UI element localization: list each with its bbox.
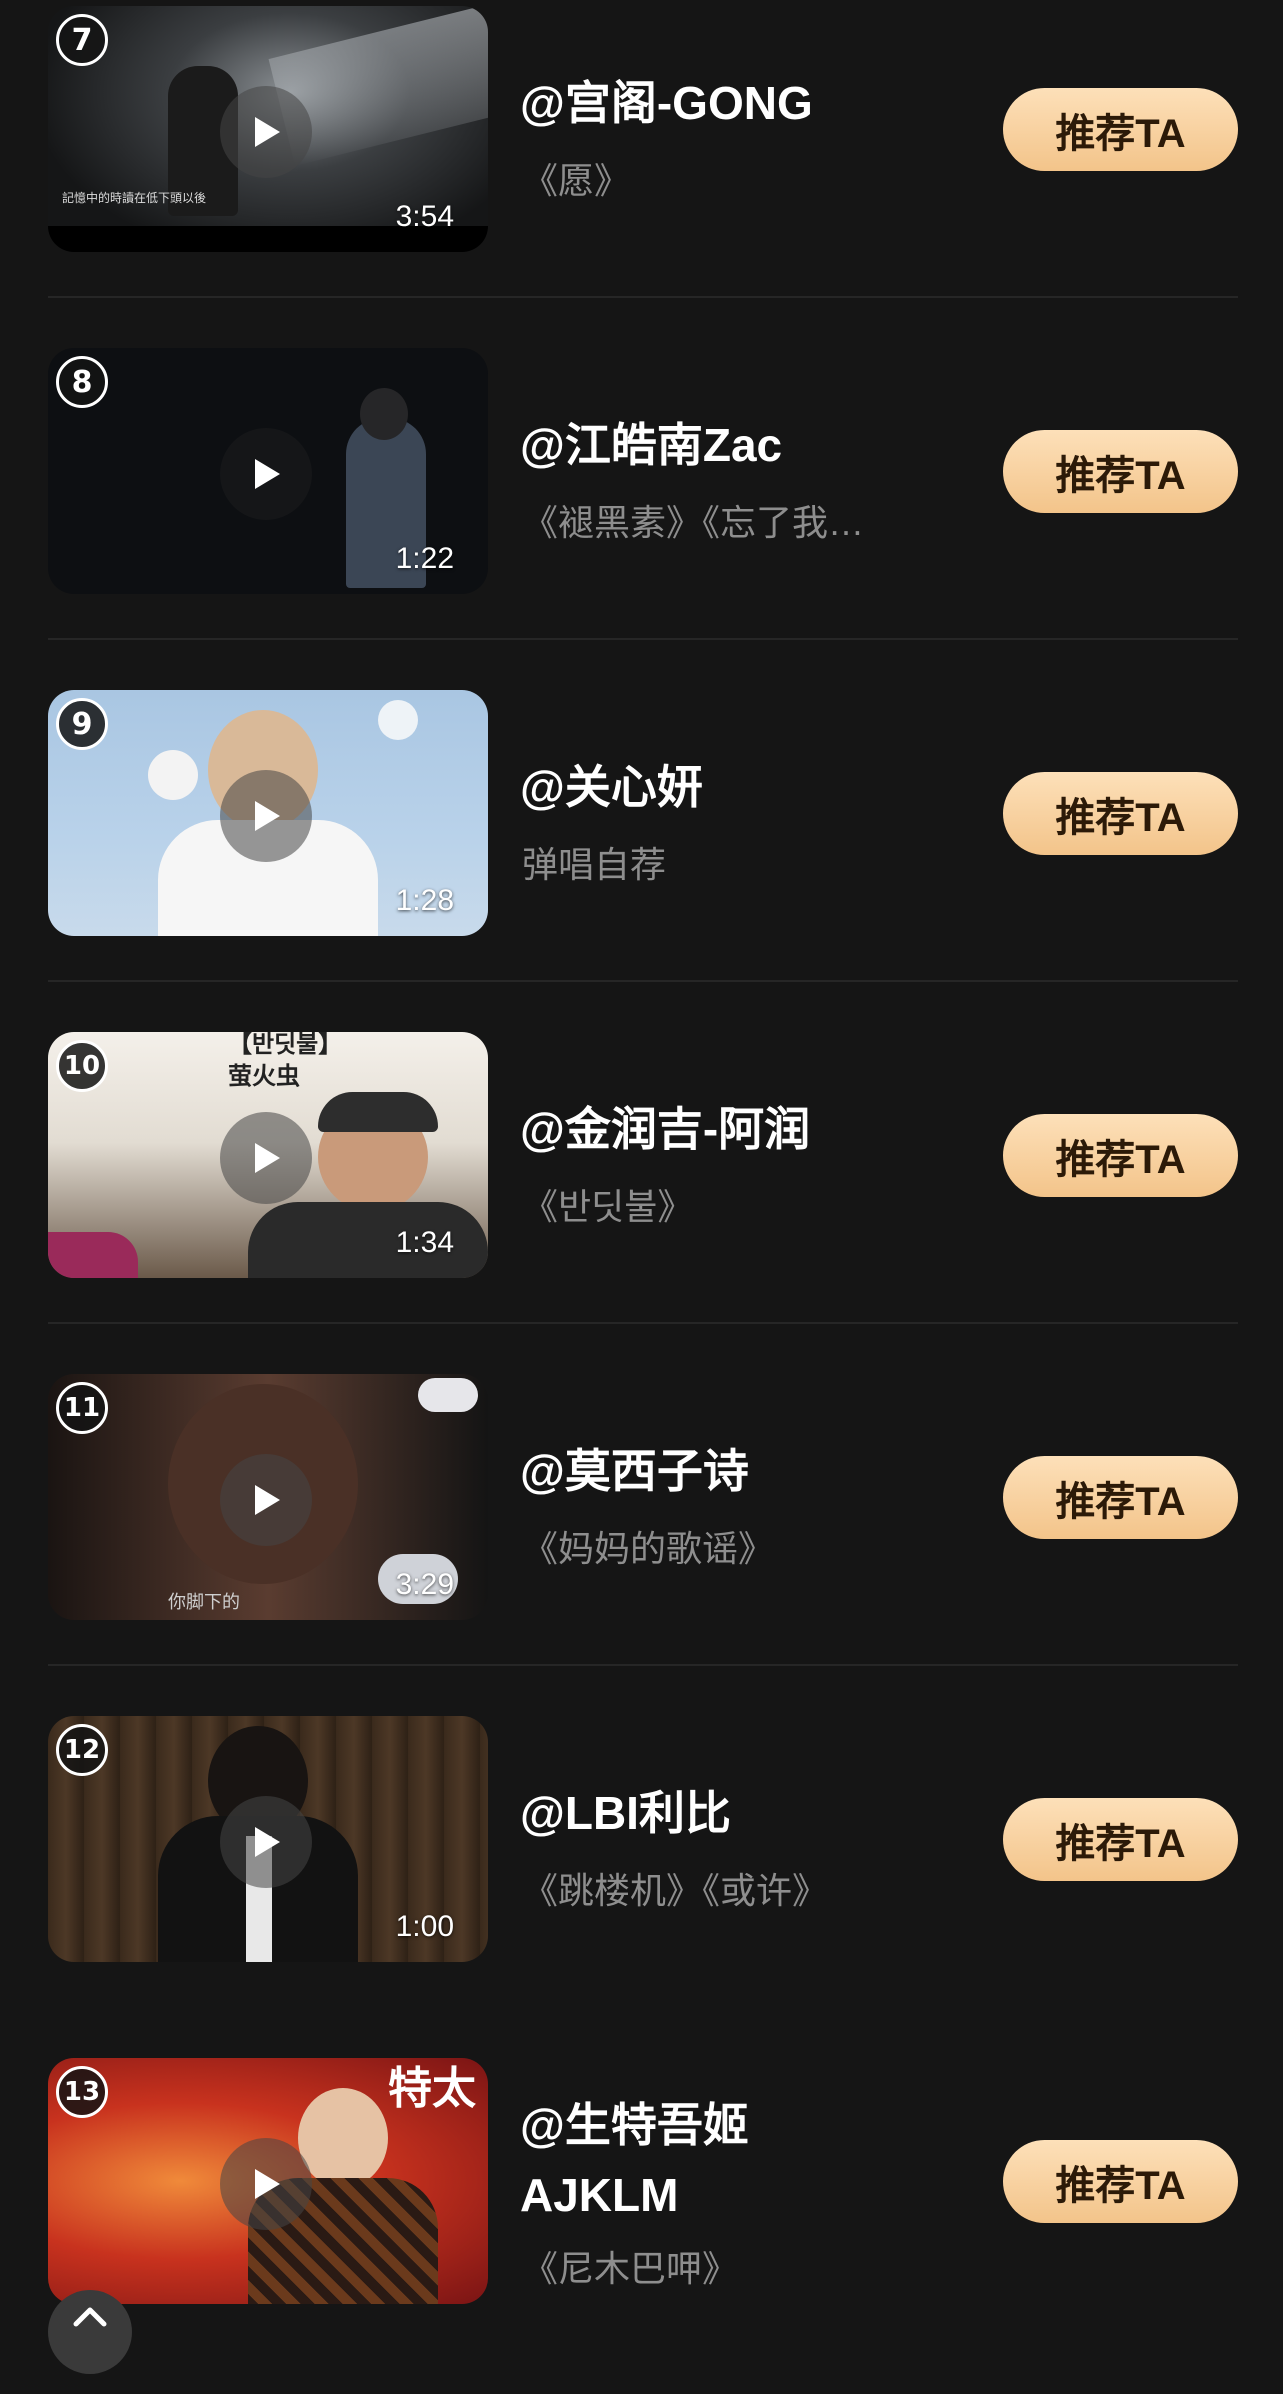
video-thumbnail[interactable]: 8 1:22 xyxy=(48,348,488,594)
video-duration: 1:28 xyxy=(395,884,454,917)
video-overlay-subtitle: 萤火虫 xyxy=(228,1061,300,1090)
song-titles: 《妈妈的歌谣》 xyxy=(522,1528,775,1569)
video-duration: 1:00 xyxy=(395,1910,454,1943)
video-thumbnail[interactable]: 12 1:00 xyxy=(48,1716,488,1962)
rank-badge: 7 xyxy=(56,14,108,66)
list-item: 你脚下的 11 3:29 @莫西子诗 《妈妈的歌谣》 推荐TA xyxy=(0,1368,1283,1710)
video-duration: 3:54 xyxy=(395,200,454,233)
rank-badge: 8 xyxy=(56,356,108,408)
list-item: 9 1:28 @关心妍 弹唱自荐 推荐TA xyxy=(0,684,1283,1026)
song-titles: 《跳楼机》《或许》 xyxy=(522,1870,829,1911)
list-item: 【반딧불】 萤火虫 10 1:34 @金润吉-阿润 《반딧불》 推荐TA xyxy=(0,1026,1283,1368)
rank-badge: 10 xyxy=(56,1040,108,1092)
video-thumbnail[interactable]: 你脚下的 11 3:29 xyxy=(48,1374,488,1620)
song-titles: 《반딧불》 xyxy=(522,1186,694,1227)
artist-name[interactable]: @关心妍 xyxy=(520,752,703,822)
divider xyxy=(48,1664,1238,1666)
recommend-button[interactable]: 推荐TA xyxy=(1003,2140,1238,2223)
rank-badge: 11 xyxy=(56,1382,108,1434)
play-icon[interactable] xyxy=(220,428,312,520)
recommend-button[interactable]: 推荐TA xyxy=(1003,772,1238,855)
artist-name[interactable]: @莫西子诗 xyxy=(520,1436,749,1506)
play-icon[interactable] xyxy=(220,86,312,178)
artist-name[interactable]: @江皓南Zac xyxy=(520,410,782,480)
artist-name[interactable]: @生特吾姬 AJKLM xyxy=(520,2090,749,2230)
video-duration: 1:34 xyxy=(395,1226,454,1259)
recommend-button[interactable]: 推荐TA xyxy=(1003,1456,1238,1539)
play-icon[interactable] xyxy=(220,770,312,862)
video-duration: 1:22 xyxy=(395,542,454,575)
divider xyxy=(48,980,1238,982)
video-duration: 3:29 xyxy=(395,1568,454,1601)
rank-badge: 13 xyxy=(56,2066,108,2118)
video-overlay-title: 特太 xyxy=(388,2063,476,2114)
play-icon[interactable] xyxy=(220,1796,312,1888)
play-icon[interactable] xyxy=(220,2138,312,2230)
scroll-to-top-button[interactable] xyxy=(48,2290,132,2374)
rank-badge: 9 xyxy=(56,698,108,750)
divider xyxy=(48,296,1238,298)
video-thumbnail[interactable]: 特太 13 xyxy=(48,2058,488,2304)
video-thumbnail[interactable]: 9 1:28 xyxy=(48,690,488,936)
video-caption: 你脚下的 xyxy=(168,1592,240,1613)
song-titles: 《褪黑素》《忘了我… xyxy=(522,502,865,543)
play-icon[interactable] xyxy=(220,1454,312,1546)
recommendation-list: 記憶中的時讀在低下頭以後 7 3:54 @宫阁-GONG 《愿》 推荐TA 8 … xyxy=(0,0,1283,2374)
artist-name-line1: @生特吾姬 xyxy=(520,2099,749,2151)
recommend-button[interactable]: 推荐TA xyxy=(1003,88,1238,171)
divider xyxy=(48,1322,1238,1324)
play-icon[interactable] xyxy=(220,1112,312,1204)
list-item: 8 1:22 @江皓南Zac 《褪黑素》《忘了我… 推荐TA xyxy=(0,342,1283,684)
video-overlay-title: 【반딧불】 xyxy=(228,1032,343,1058)
video-thumbnail[interactable]: 記憶中的時讀在低下頭以後 7 3:54 xyxy=(48,6,488,252)
song-titles: 弹唱自荐 xyxy=(522,844,667,885)
recommend-button[interactable]: 推荐TA xyxy=(1003,1798,1238,1881)
song-titles: 《尼木巴呷》 xyxy=(522,2248,739,2289)
recommend-button[interactable]: 推荐TA xyxy=(1003,1114,1238,1197)
artist-name-line2: AJKLM xyxy=(520,2169,679,2221)
chevron-up-icon xyxy=(70,2290,110,2333)
recommend-button[interactable]: 推荐TA xyxy=(1003,430,1238,513)
artist-name[interactable]: @LBI利比 xyxy=(520,1778,731,1848)
rank-badge: 12 xyxy=(56,1724,108,1776)
list-item: 12 1:00 @LBI利比 《跳楼机》《或许》 推荐TA xyxy=(0,1710,1283,2052)
divider xyxy=(48,638,1238,640)
video-thumbnail[interactable]: 【반딧불】 萤火虫 10 1:34 xyxy=(48,1032,488,1278)
video-caption: 記憶中的時讀在低下頭以後 xyxy=(62,191,207,205)
artist-name[interactable]: @宫阁-GONG xyxy=(520,68,813,138)
song-titles: 《愿》 xyxy=(522,160,631,201)
artist-name[interactable]: @金润吉-阿润 xyxy=(520,1094,810,1164)
list-item: 記憶中的時讀在低下頭以後 7 3:54 @宫阁-GONG 《愿》 推荐TA xyxy=(0,0,1283,342)
